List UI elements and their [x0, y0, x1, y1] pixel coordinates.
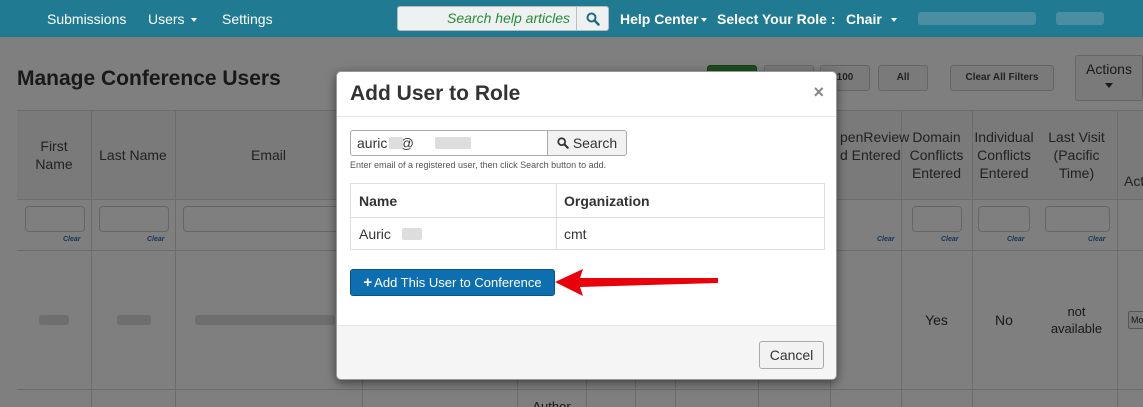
cancel-button[interactable]: Cancel	[759, 341, 824, 369]
annotation-arrow-icon	[555, 269, 718, 296]
select-role-label: Select Your Role :	[717, 11, 836, 27]
modal-title: Add User to Role	[350, 82, 521, 105]
email-redaction	[389, 137, 403, 149]
search-button-label: Search	[572, 135, 618, 151]
result-name: Auric	[359, 226, 391, 242]
col-organization: Organization	[564, 193, 650, 209]
role-value: Chair	[846, 11, 882, 27]
search-icon	[586, 12, 600, 26]
role-dropdown[interactable]: Chair	[846, 11, 897, 27]
chevron-down-icon	[700, 18, 707, 23]
result-organization: cmt	[564, 226, 587, 242]
add-user-to-conference-button[interactable]: + Add This User to Conference	[350, 269, 555, 296]
name-redaction	[402, 228, 422, 240]
top-nav-bar: Submissions Users Settings Search help a…	[0, 0, 1143, 37]
nav-settings[interactable]: Settings	[222, 11, 273, 27]
nav-help-center[interactable]: Help Center	[620, 11, 707, 27]
email-redaction	[435, 137, 471, 149]
nav-users[interactable]: Users	[148, 11, 197, 27]
close-icon[interactable]: ×	[813, 82, 824, 103]
help-center-label: Help Center	[620, 11, 699, 27]
email-help-text: Enter email of a registered user, then c…	[350, 160, 607, 170]
help-search-button[interactable]	[577, 6, 609, 31]
plus-icon: +	[363, 274, 373, 291]
chevron-down-icon	[190, 18, 197, 23]
search-button[interactable]: Search	[547, 130, 627, 156]
nav-users-label: Users	[148, 11, 185, 27]
help-search-input[interactable]: Search help articles	[397, 6, 577, 31]
search-icon	[557, 137, 569, 149]
modal-footer: Cancel	[337, 325, 836, 379]
search-results-table: Name Organization Auric cmt	[350, 183, 825, 250]
add-user-modal: Add User to Role × Search Enter email of…	[336, 71, 837, 380]
nav-submissions[interactable]: Submissions	[47, 11, 126, 27]
modal-header: Add User to Role ×	[337, 72, 836, 117]
user-name-redacted[interactable]	[918, 12, 1036, 25]
signout-redacted[interactable]	[1056, 12, 1104, 25]
col-name: Name	[359, 193, 398, 209]
chevron-down-icon	[890, 18, 897, 23]
add-button-label: Add This User to Conference	[374, 275, 542, 290]
